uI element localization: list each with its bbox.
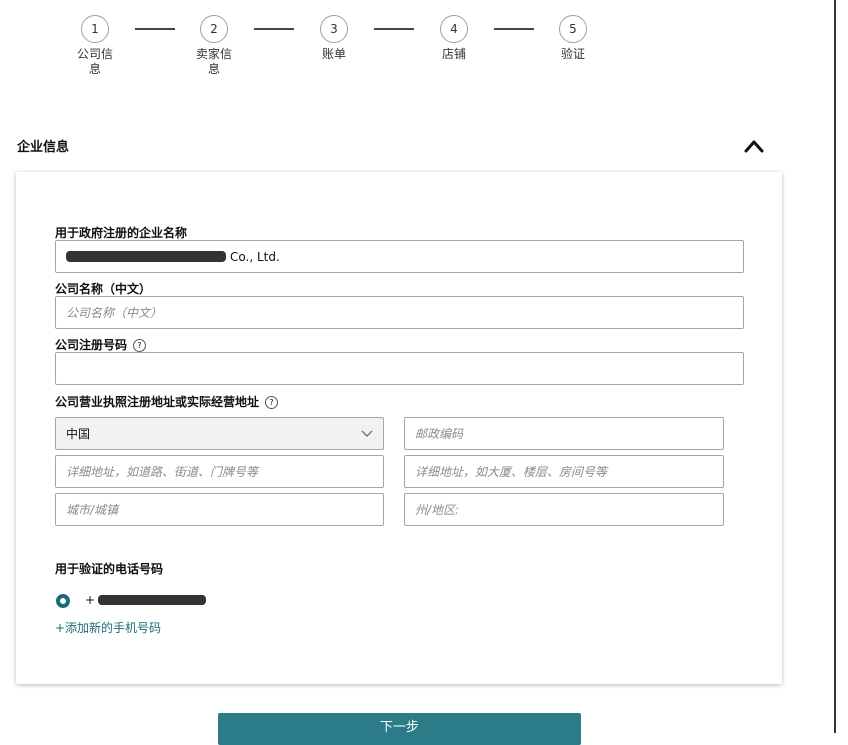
reg-number-input[interactable]: [55, 352, 744, 385]
step-number: 5: [559, 15, 587, 43]
step-5: 5 验证: [543, 15, 603, 62]
window-edge: [834, 0, 836, 733]
step-3: 3 账单: [304, 15, 364, 62]
step-connector: [374, 28, 414, 30]
state-input[interactable]: 州/地区:: [404, 493, 724, 526]
phone-prefix: +: [85, 593, 96, 607]
company-name-cn-input[interactable]: 公司名称（中文）: [55, 296, 744, 329]
step-label: 验证: [560, 47, 585, 61]
company-name-cn-label: 公司名称（中文）: [55, 282, 152, 296]
address-label-row: 公司营业执照注册地址或实际经营地址?: [55, 393, 279, 410]
city-input[interactable]: 城市/城镇: [55, 493, 384, 526]
chevron-down-icon: [361, 430, 373, 437]
reg-number-label-row: 公司注册号码?: [55, 336, 147, 353]
step-2: 2 卖家信息: [184, 15, 244, 77]
address-line1-input[interactable]: 详细地址，如道路、街道、门牌号等: [55, 455, 384, 488]
address-line2-input[interactable]: 详细地址，如大厦、楼层、房间号等: [404, 455, 724, 488]
help-icon[interactable]: ?: [265, 396, 279, 409]
country-select[interactable]: 中国: [55, 417, 384, 450]
step-4: 4 店铺: [424, 15, 484, 62]
step-connector: [494, 28, 534, 30]
section-title: 企业信息: [17, 140, 70, 155]
step-label: 公司信息: [76, 47, 113, 76]
placeholder: 邮政编码: [415, 427, 464, 441]
company-name-input[interactable]: Co., Ltd.: [55, 240, 744, 273]
business-info-card: 用于政府注册的企业名称 Co., Ltd. 公司名称（中文） 公司名称（中文） …: [16, 172, 782, 684]
redacted-text: [66, 251, 226, 262]
step-number: 4: [440, 15, 468, 43]
placeholder: 详细地址，如大厦、楼层、房间号等: [415, 465, 608, 479]
step-label: 账单: [321, 47, 346, 61]
step-label: 卖家信息: [195, 47, 232, 76]
help-icon[interactable]: ?: [133, 339, 147, 352]
step-1: 1 公司信息: [65, 15, 125, 77]
placeholder: 详细地址，如道路、街道、门牌号等: [66, 465, 259, 479]
company-name-label: 用于政府注册的企业名称: [55, 226, 188, 240]
country-value: 中国: [66, 427, 91, 441]
phone-number: +: [85, 593, 207, 607]
address-label: 公司营业执照注册地址或实际经营地址: [55, 395, 260, 409]
placeholder: 州/地区:: [415, 503, 460, 517]
step-number: 1: [81, 15, 109, 43]
step-connector: [135, 28, 175, 30]
postal-code-input[interactable]: 邮政编码: [404, 417, 724, 450]
phone-radio[interactable]: [56, 594, 70, 608]
reg-number-label: 公司注册号码: [55, 338, 128, 352]
next-button[interactable]: 下一步: [218, 713, 581, 745]
step-number: 3: [320, 15, 348, 43]
phone-label: 用于验证的电话号码: [55, 562, 164, 576]
company-name-value: Co., Ltd.: [230, 249, 280, 264]
step-number: 2: [200, 15, 228, 43]
chevron-up-icon[interactable]: [744, 139, 764, 153]
redacted-text: [98, 595, 207, 605]
placeholder: 城市/城镇: [66, 503, 119, 517]
placeholder: 公司名称（中文）: [66, 306, 163, 320]
progress-stepper: 1 公司信息 2 卖家信息 3 账单 4 店铺 5 验证: [0, 15, 848, 95]
step-connector: [254, 28, 294, 30]
step-label: 店铺: [441, 47, 466, 61]
add-phone-link[interactable]: +添加新的手机号码: [55, 619, 161, 636]
